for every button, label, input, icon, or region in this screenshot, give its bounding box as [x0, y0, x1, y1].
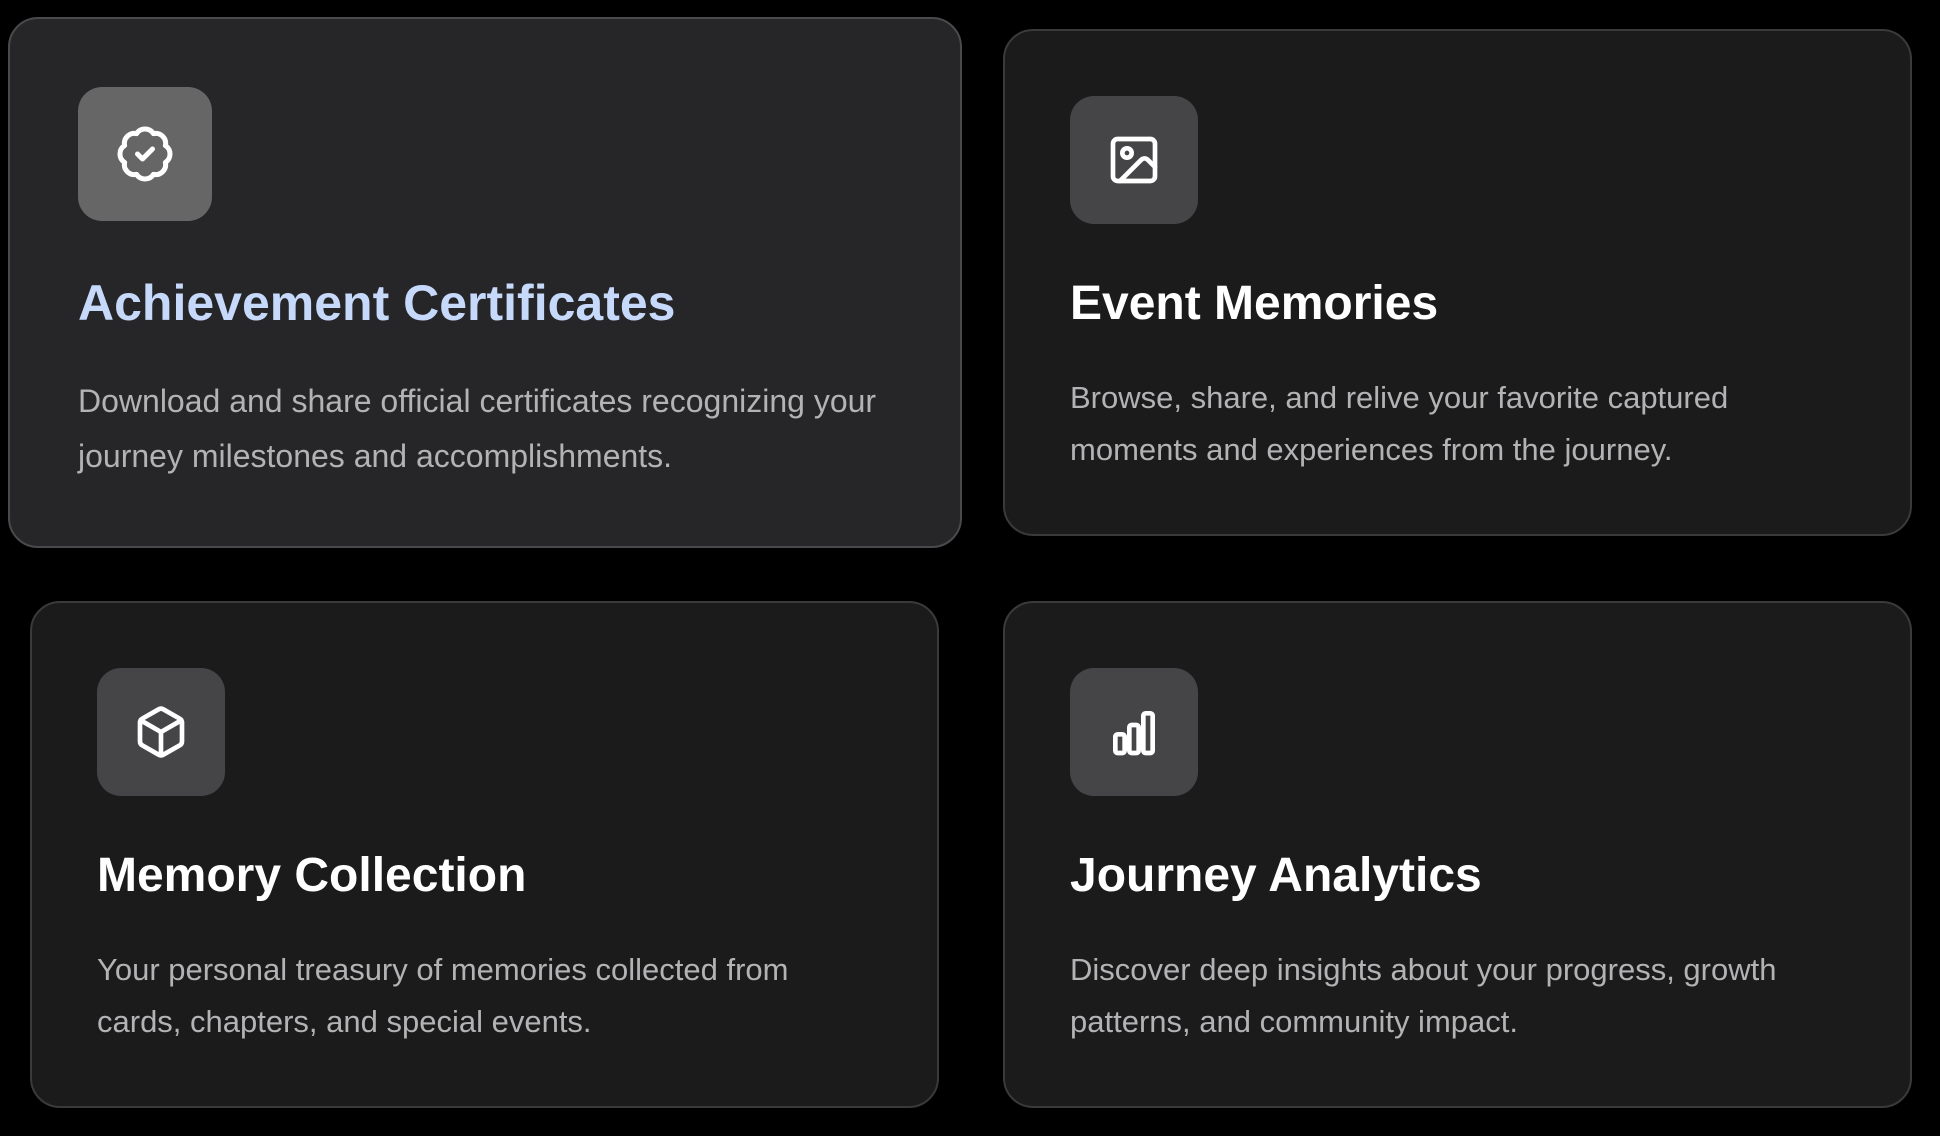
- card-title: Journey Analytics: [1070, 849, 1482, 902]
- badge-check-icon: [117, 126, 173, 182]
- card-title: Event Memories: [1070, 277, 1439, 330]
- card-description: Discover deep insights about your progre…: [1070, 952, 1777, 1039]
- card-journey-analytics[interactable]: Journey Analytics Discover deep insights…: [1003, 601, 1912, 1108]
- bar-chart-icon: [1113, 711, 1155, 756]
- card-memory-collection[interactable]: Memory Collection Your personal treasury…: [30, 601, 939, 1108]
- icon-tile: [1070, 96, 1198, 224]
- card-title: Memory Collection: [97, 849, 527, 902]
- card-description: Download and share official certificates…: [78, 383, 877, 474]
- card-description: Your personal treasury of memories colle…: [97, 952, 789, 1039]
- card-description: Browse, share, and relive your favorite …: [1070, 380, 1729, 467]
- card-achievement-certificates[interactable]: Achievement Certificates Download and sh…: [8, 17, 962, 548]
- icon-tile: [97, 668, 225, 796]
- card-title: Achievement Certificates: [78, 275, 676, 331]
- card-event-memories[interactable]: Event Memories Browse, share, and relive…: [1003, 29, 1912, 536]
- icon-tile: [78, 87, 212, 221]
- image-icon: [1110, 136, 1158, 184]
- box-icon: [137, 706, 185, 758]
- icon-tile: [1070, 668, 1198, 796]
